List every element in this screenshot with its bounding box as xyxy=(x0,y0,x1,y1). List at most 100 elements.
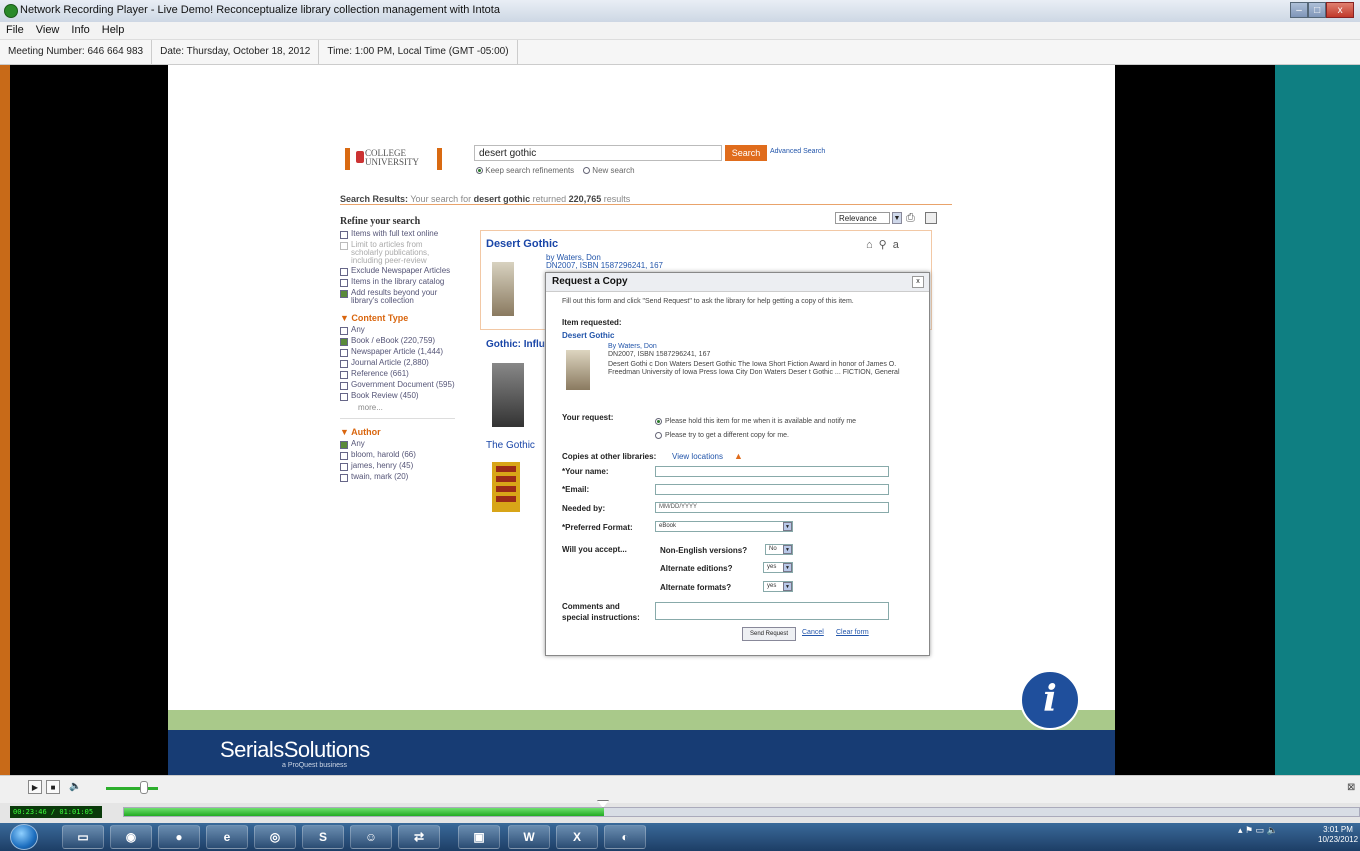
start-button[interactable] xyxy=(10,824,38,850)
author-option[interactable]: Any xyxy=(340,440,455,449)
expand-arrow-icon[interactable]: ▲ xyxy=(734,451,743,461)
stop-button[interactable]: ■ xyxy=(46,780,60,794)
result-title[interactable]: The Gothic xyxy=(486,440,535,451)
cancel-link[interactable]: Cancel xyxy=(802,629,824,636)
excel-icon[interactable]: X xyxy=(556,825,598,849)
maximize-icon[interactable]: □ xyxy=(1308,2,1327,18)
book-cover-thumbnail xyxy=(566,350,590,390)
chrome-icon[interactable]: ◉ xyxy=(110,825,152,849)
name-input[interactable] xyxy=(655,466,889,477)
more-link[interactable]: more... xyxy=(340,403,455,412)
request-option-copy-radio[interactable] xyxy=(655,432,662,439)
volume-slider-knob[interactable] xyxy=(140,781,148,794)
paint-icon[interactable]: ☺ xyxy=(350,825,392,849)
info-icon[interactable]: i xyxy=(1020,670,1080,730)
print-icon[interactable]: ⎙ xyxy=(906,212,915,225)
word-icon[interactable]: W xyxy=(508,825,550,849)
firefox-icon[interactable]: ● xyxy=(158,825,200,849)
app-icon xyxy=(4,4,18,18)
content-type-heading[interactable]: ▼ Content Type xyxy=(340,313,455,323)
author-option[interactable]: bloom, harold (66) xyxy=(340,451,455,460)
menu-info[interactable]: Info xyxy=(65,22,95,36)
content-type-option[interactable]: Government Document (595) xyxy=(340,381,455,390)
close-icon[interactable]: x xyxy=(1326,2,1354,18)
meeting-number: Meeting Number: 646 664 983 xyxy=(0,40,153,64)
item-title-link[interactable]: Desert Gothic xyxy=(562,331,614,340)
explorer-icon[interactable]: ▭ xyxy=(62,825,104,849)
book-cover-thumbnail[interactable] xyxy=(492,462,520,512)
result-title[interactable]: Gothic: Influ xyxy=(486,339,545,350)
author-option[interactable]: james, henry (45) xyxy=(340,462,455,471)
refine-option[interactable]: Exclude Newspaper Articles xyxy=(340,267,455,276)
author-heading[interactable]: ▼ Author xyxy=(340,427,455,437)
comments-input[interactable] xyxy=(655,602,889,620)
search-mode-options: Keep search refinements New search xyxy=(476,166,635,175)
non-english-label: Non-English versions? xyxy=(660,546,748,555)
content-type-option[interactable]: Newspaper Article (1,444) xyxy=(340,348,455,357)
content-type-option[interactable]: Book / eBook (220,759) xyxy=(340,337,455,346)
window-controls: – □ x xyxy=(1290,2,1354,18)
author-option[interactable]: twain, mark (20) xyxy=(340,473,455,482)
keep-refinements-radio[interactable] xyxy=(476,167,483,175)
result-title[interactable]: Desert Gothic xyxy=(486,238,558,250)
refine-option[interactable]: Items with full text online xyxy=(340,230,455,239)
item-requested-label: Item requested: xyxy=(562,318,622,327)
refine-option[interactable]: Items in the library catalog xyxy=(340,278,455,287)
volume-icon[interactable]: 🔈 xyxy=(69,781,81,792)
viewport-right-margin xyxy=(1115,65,1275,775)
viewport-left-margin xyxy=(10,65,168,775)
copies-label: Copies at other libraries: xyxy=(562,452,657,461)
menu-file[interactable]: File xyxy=(0,22,30,36)
send-request-button[interactable]: Send Request xyxy=(742,627,796,641)
search-input[interactable]: desert gothic xyxy=(474,145,722,161)
content-type-option[interactable]: Book Review (450) xyxy=(340,392,455,401)
ie-icon[interactable]: e xyxy=(206,825,248,849)
content-type-option[interactable]: Reference (661) xyxy=(340,370,455,379)
chevron-down-icon[interactable]: ▼ xyxy=(783,522,792,531)
meeting-date: Date: Thursday, October 18, 2012 xyxy=(152,40,320,64)
chevron-down-icon[interactable]: ▼ xyxy=(892,212,902,224)
system-tray-icons[interactable]: ▴ ⚑ ▭ 🔈 xyxy=(1238,825,1278,836)
close-icon[interactable]: x xyxy=(912,276,924,288)
menu-view[interactable]: View xyxy=(30,22,66,36)
email-input[interactable] xyxy=(655,484,889,495)
email-icon[interactable] xyxy=(925,212,937,224)
chevron-down-icon[interactable]: ▼ xyxy=(783,563,792,572)
request-icon[interactable]: ⌂ xyxy=(866,239,879,251)
preferred-format-select[interactable]: eBook xyxy=(655,521,793,532)
fullscreen-icon[interactable]: ⊠ xyxy=(1347,782,1355,793)
item-author: By Waters, Don xyxy=(608,343,657,350)
thunderbird-icon[interactable]: ◎ xyxy=(254,825,296,849)
search-button[interactable]: Search xyxy=(725,145,767,161)
taskbar-clock[interactable]: 3:01 PM 10/23/2012 xyxy=(1318,825,1358,845)
serials-solutions-logo: SerialsSolutions xyxy=(220,737,370,762)
player-icon[interactable]: ◐ xyxy=(604,825,646,849)
volume-slider[interactable] xyxy=(106,787,158,790)
chevron-down-icon[interactable]: ▼ xyxy=(783,582,792,591)
play-button[interactable]: ▶ xyxy=(28,780,42,794)
chevron-down-icon[interactable]: ▼ xyxy=(783,545,792,554)
menu-help[interactable]: Help xyxy=(96,22,131,36)
new-search-radio[interactable] xyxy=(583,167,591,175)
book-cover-thumbnail[interactable] xyxy=(492,363,524,427)
minimize-icon[interactable]: – xyxy=(1290,2,1309,18)
clear-form-link[interactable]: Clear form xyxy=(836,629,869,636)
cite-icon[interactable]: a xyxy=(893,239,905,251)
refine-option[interactable]: Add results beyond your library's collec… xyxy=(340,289,455,305)
window-title: Network Recording Player - Live Demo! Re… xyxy=(20,4,500,16)
your-name-label: *Your name: xyxy=(562,467,609,476)
needed-by-input[interactable]: MM/DD/YYYY xyxy=(655,502,889,513)
content-type-option[interactable]: Journal Article (2,880) xyxy=(340,359,455,368)
view-locations-link[interactable]: View locations xyxy=(672,452,723,461)
advanced-search-link[interactable]: Advanced Search xyxy=(770,148,825,155)
skype-icon[interactable]: S xyxy=(302,825,344,849)
sort-select[interactable]: Relevance xyxy=(835,212,890,224)
network-icon[interactable]: ⇄ xyxy=(398,825,440,849)
request-option-hold-radio[interactable] xyxy=(655,418,662,425)
book-cover-thumbnail[interactable] xyxy=(492,262,514,316)
results-divider xyxy=(340,204,952,205)
meeting-time: Time: 1:00 PM, Local Time (GMT -05:00) xyxy=(319,40,518,64)
magnify-icon[interactable]: ⚲ xyxy=(879,239,893,251)
recorder-icon[interactable]: ▣ xyxy=(458,825,500,849)
content-type-option[interactable]: Any xyxy=(340,326,455,335)
